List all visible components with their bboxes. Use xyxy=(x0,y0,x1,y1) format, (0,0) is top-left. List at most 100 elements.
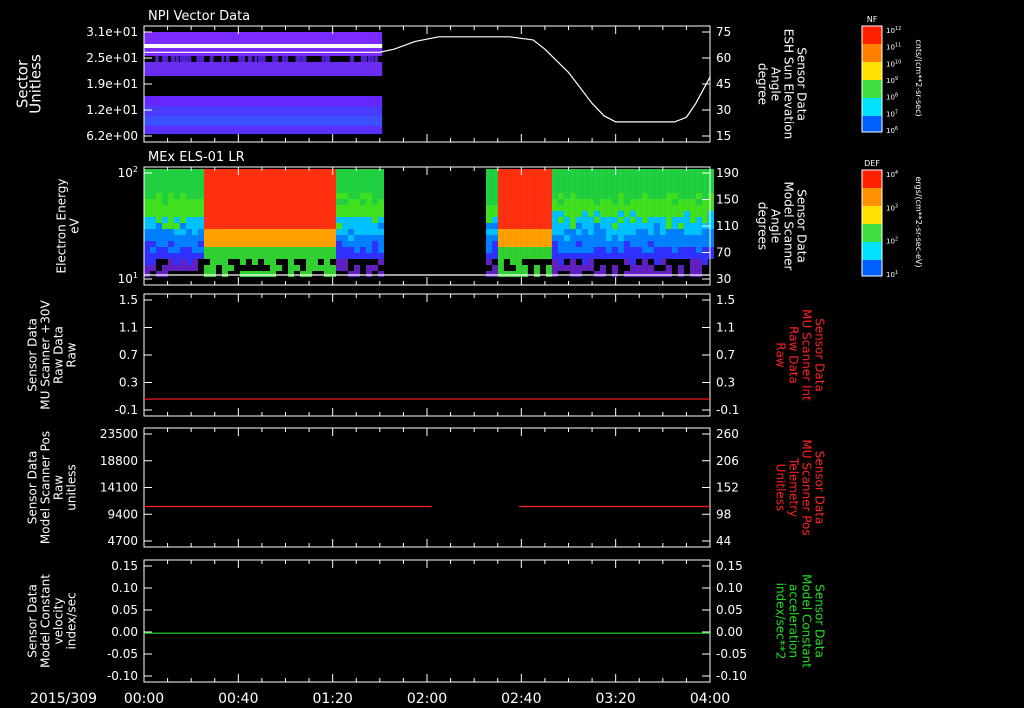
spectrogram-cell xyxy=(210,259,216,265)
spectrogram-cell xyxy=(503,229,510,235)
spectrogram-cell xyxy=(653,241,660,247)
spectrogram-cell xyxy=(342,211,348,217)
colorbar-label: DEF xyxy=(864,159,880,168)
right-y-tick-label: 0.00 xyxy=(716,625,743,639)
spectrogram-cell xyxy=(491,205,498,211)
spectrogram-cell xyxy=(246,247,252,253)
colorbar-tick-label: 108 xyxy=(886,93,898,102)
spectrogram-cell xyxy=(246,193,252,199)
spectrogram-cell xyxy=(198,211,204,217)
sector-cell xyxy=(258,56,262,62)
spectrogram-cell xyxy=(581,175,588,181)
panel-title: NPI Vector Data xyxy=(148,9,250,24)
spectrogram-cell xyxy=(270,235,276,241)
spectrogram-cell xyxy=(366,235,372,241)
spectrogram-cell xyxy=(623,175,630,181)
spectrogram-cell xyxy=(234,259,240,265)
spectrogram-cell xyxy=(366,217,372,223)
spectrogram-cell xyxy=(222,229,228,235)
spectrogram-cell xyxy=(222,193,228,199)
colorbar-def xyxy=(861,169,883,277)
spectrogram-cell xyxy=(252,229,258,235)
spectrogram-cell xyxy=(617,199,624,205)
spectrogram-cell xyxy=(557,211,564,217)
spectrogram-cell xyxy=(270,205,276,211)
spectrogram-cell xyxy=(276,217,282,223)
spectrogram-cell xyxy=(282,247,288,253)
right-axis-label-line: Sensor Data xyxy=(795,47,809,121)
right-y-tick-label: 75 xyxy=(716,25,731,39)
spectrogram-cell xyxy=(485,229,492,235)
spectrogram-cell xyxy=(593,199,600,205)
spectrogram-cell xyxy=(497,253,504,259)
spectrogram-cell xyxy=(366,229,372,235)
spectrogram-cell xyxy=(156,199,162,205)
spectrogram-cell xyxy=(695,217,702,223)
spectrogram-cell xyxy=(228,211,234,217)
spectrogram-cell xyxy=(324,187,330,193)
spectrogram-cell xyxy=(503,181,510,187)
spectrogram-cell xyxy=(174,241,180,247)
spectrogram-cell xyxy=(264,235,270,241)
spectrogram-cell xyxy=(192,265,198,271)
spectrogram-cell xyxy=(497,169,504,175)
spectrogram-cell xyxy=(665,217,672,223)
spectrogram-cell xyxy=(623,241,630,247)
spectrogram-cell xyxy=(288,271,294,277)
spectrogram-cell xyxy=(653,181,660,187)
spectrogram-cell xyxy=(623,247,630,253)
spectrogram-cell xyxy=(599,187,606,193)
spectrogram-cell xyxy=(336,235,342,241)
spectrogram-cell xyxy=(515,199,522,205)
right-axis-label-line: Model Scanner xyxy=(782,182,796,271)
spectrogram-cell xyxy=(671,205,678,211)
spectrogram-cell xyxy=(659,181,666,187)
right-y-tick-label: 1.5 xyxy=(716,293,735,307)
y-tick-label: 4700 xyxy=(107,534,138,548)
spectrogram-cell xyxy=(216,181,222,187)
spectrogram-cell xyxy=(204,241,210,247)
spectrogram-cell xyxy=(336,169,342,175)
spectrogram-cell xyxy=(324,205,330,211)
colorbar-cell xyxy=(862,120,882,122)
spectrogram-cell xyxy=(144,169,150,175)
spectrogram-cell xyxy=(240,211,246,217)
right-axis-label-line: degrees xyxy=(756,202,770,250)
colorbar-cell xyxy=(862,200,882,202)
right-y-tick-label: 206 xyxy=(716,454,739,468)
spectrogram-cell xyxy=(593,187,600,193)
spectrogram-cell xyxy=(294,181,300,187)
spectrogram-cell xyxy=(671,271,678,277)
spectrogram-cell xyxy=(659,211,666,217)
spectrogram-cell xyxy=(246,187,252,193)
spectrogram-cell xyxy=(180,223,186,229)
spectrogram-cell xyxy=(671,229,678,235)
spectrogram-cell xyxy=(695,265,702,271)
spectrogram-cell xyxy=(629,265,636,271)
spectrogram-cell xyxy=(282,271,288,277)
right-axis-label: Sensor DataMU Scanner PosTelemetryUnitle… xyxy=(774,439,827,535)
spectrogram-cell xyxy=(330,211,336,217)
spectrogram-cell xyxy=(306,247,312,253)
spectrogram-cell xyxy=(252,265,258,271)
spectrogram-cell xyxy=(539,241,546,247)
spectrogram-cell xyxy=(246,271,252,277)
spectrogram-cell xyxy=(168,217,174,223)
spectrogram-cell xyxy=(174,217,180,223)
spectrogram-cell xyxy=(324,235,330,241)
spectrogram-cell xyxy=(503,259,510,265)
spectrogram-cell xyxy=(701,241,708,247)
spectrogram-cell xyxy=(563,253,570,259)
spectrogram-cell xyxy=(282,187,288,193)
colorbar-cell xyxy=(862,40,882,42)
spectrogram-cell xyxy=(581,205,588,211)
spectrogram-cell xyxy=(186,193,192,199)
spectrogram-cell xyxy=(533,187,540,193)
spectrogram-cell xyxy=(599,241,606,247)
spectrogram-cell xyxy=(605,193,612,199)
spectrogram-cell xyxy=(318,259,324,265)
spectrogram-cell xyxy=(378,271,384,277)
spectrogram-cell xyxy=(653,217,660,223)
spectrogram-cell xyxy=(240,175,246,181)
spectrogram-cell xyxy=(623,217,630,223)
